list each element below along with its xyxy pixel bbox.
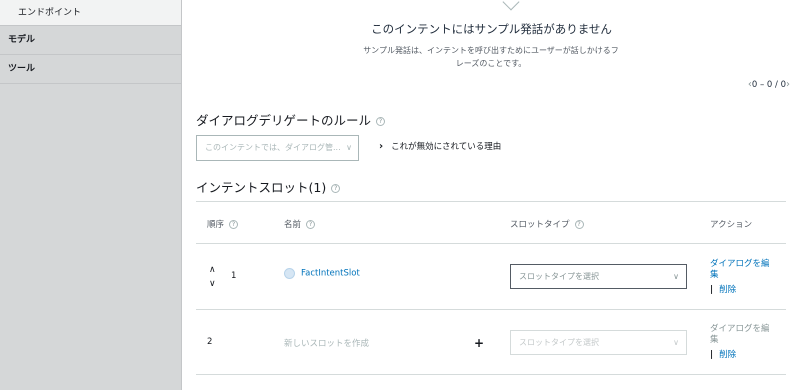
intent-slots-title: インテントスロット(1) [196,180,327,195]
pagination-text: 0 – 0 / 0 [751,80,786,90]
sidebar-item-label: ツール [8,64,36,74]
dialog-delegate-select: このインテントでは、ダイアログ管... ∨ [196,135,359,161]
slot-type-select: スロットタイプを選択 ∨ [510,330,687,355]
dialog-rules-title: ダイアログデリゲートのルール [196,113,372,128]
delete-action: | 削除 [710,285,737,295]
chevron-down-icon: ∨ [346,143,352,152]
sidebar-item-endpoint[interactable]: エンドポイント [0,0,181,26]
slot-type-select[interactable]: スロットタイプを選択 ∨ [510,264,687,289]
delete-link[interactable]: 削除 [719,350,736,360]
popover-notch [502,0,520,11]
sidebar-item-label: エンドポイント [18,8,82,18]
slot-status-icon [284,268,295,279]
table-divider [196,243,786,244]
chevron-right-icon[interactable]: › [786,79,790,90]
edit-dialog-link[interactable]: ダイアログを編集 [710,259,772,281]
sidebar-item-model[interactable]: モデル [0,26,181,55]
disabled-reason-toggle[interactable]: › これが無効にされている理由 [379,140,501,152]
help-icon[interactable]: ? [376,117,386,126]
disabled-reason-label: これが無効にされている理由 [391,142,502,152]
sidebar-item-label: モデル [8,35,36,45]
add-slot-icon[interactable]: + [474,336,484,350]
chevron-down-icon: ∨ [673,272,679,281]
pagination: ‹0 – 0 / 0› [748,79,790,90]
empty-state-title: このインテントにはサンプル発話がありません [371,22,612,36]
column-header-order: 順序? [207,218,239,230]
edit-dialog-link: ダイアログを編集 [710,324,770,345]
reorder-controls: ∧ ∨ [209,263,216,291]
chevron-right-icon: › [379,141,384,152]
chevron-down-icon: ∨ [673,338,679,347]
main-content: このインテントにはサンプル発話がありません サンプル発話は、インテントを呼び出す… [183,0,800,390]
sidebar-item-tools[interactable]: ツール [0,55,181,84]
table-divider [196,309,786,310]
slot-type-placeholder: スロットタイプを選択 [519,338,599,347]
help-icon[interactable]: ? [574,220,584,229]
sidebar: エンドポイント モデル ツール [0,0,182,390]
column-header-actions: アクション [710,220,753,230]
slot-name[interactable]: FactIntentSlot [284,268,360,279]
slot-order: 1 [231,271,237,281]
help-icon[interactable]: ? [331,184,341,193]
empty-state-description: サンプル発話は、インテントを呼び出すためにユーザーが話しかけるフレーズのことです… [363,46,619,68]
slot-order: 2 [207,337,213,347]
column-header-slot-type: スロットタイプ? [510,218,584,230]
help-icon[interactable]: ? [306,220,316,229]
delete-link[interactable]: 削除 [719,285,736,295]
delete-action: | 削除 [710,350,737,360]
new-slot-input[interactable]: 新しいスロットを作成 [284,337,369,349]
move-down-icon[interactable]: ∨ [209,277,216,291]
move-up-icon[interactable]: ∧ [209,263,216,277]
dialog-rules-heading: ダイアログデリゲートのルール? [196,110,386,129]
dialog-delegate-placeholder: このインテントでは、ダイアログ管... [205,143,341,152]
table-divider [196,201,786,202]
help-icon[interactable]: ? [229,220,239,229]
intent-slots-heading: インテントスロット(1)? [196,177,341,196]
column-header-name: 名前? [284,218,316,230]
table-divider [196,374,786,375]
slot-name-link[interactable]: FactIntentSlot [301,269,360,279]
slot-type-placeholder: スロットタイプを選択 [519,272,599,281]
